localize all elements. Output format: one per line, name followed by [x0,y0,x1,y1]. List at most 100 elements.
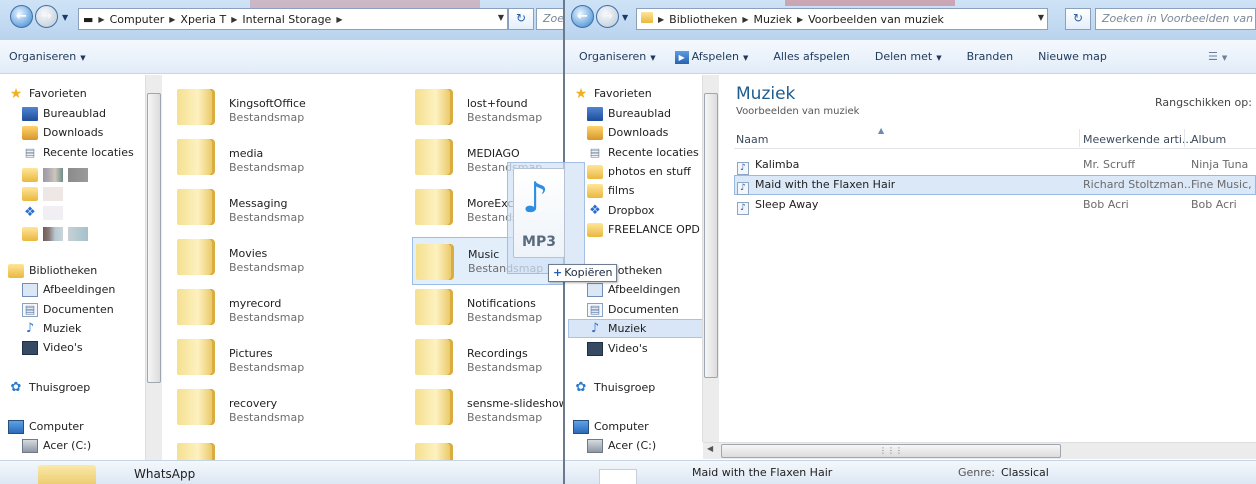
nav-recent[interactable]: ▤ Recente locaties [20,143,134,162]
nav-redacted-1[interactable] [20,165,93,184]
nav-homegroup[interactable]: ✿ Thuisgroep [6,378,91,397]
nav-homegroup[interactable]: ✿ Thuisgroep [571,378,656,397]
horizontal-scrollbar[interactable]: ◀ ⋮⋮⋮ [703,442,1256,459]
forward-button[interactable]: → [35,5,58,28]
nav-drive-c[interactable]: Acer (C:) [20,436,91,455]
folder-tile[interactable]: lost+found Bestandsmap [405,83,555,131]
view-options-icon[interactable]: ☰ ▼ [1199,50,1236,63]
table-row[interactable]: ♪ Kalimba Mr. Scruff Ninja Tuna [734,155,1256,175]
scroll-left-icon[interactable]: ◀ [707,444,713,453]
nav-favorites[interactable]: ★ Favorieten [571,84,652,103]
folder-tile[interactable]: Recordings Bestandsmap [405,333,555,381]
search-input[interactable]: Zoe [536,8,563,30]
nav-videos[interactable]: Video's [585,339,648,358]
arrange-by-control[interactable]: Rangschikken op: I [1155,96,1256,109]
back-button[interactable]: ← [10,5,33,28]
scrollbar-thumb[interactable] [147,93,161,383]
column-divider[interactable] [1184,129,1185,147]
folder-tile-partial[interactable] [405,437,555,460]
nav-music-selected[interactable]: ♪ Muziek [568,319,705,338]
recent-locations-icon: ▤ [589,146,601,159]
recent-pages-dropdown[interactable]: ▼ [622,13,628,22]
nav-computer[interactable]: Computer [6,417,84,436]
breadcrumb-libraries[interactable]: Bibliotheken [665,13,741,26]
folder-tile[interactable]: Messaging Bestandsmap [167,183,317,231]
nav-documents[interactable]: ▤ Documenten [20,300,114,319]
scrollbar-thumb[interactable] [704,93,718,378]
column-divider[interactable] [1079,129,1080,147]
search-input[interactable]: Zoeken in Voorbeelden van mu [1095,8,1256,30]
nav-favorites[interactable]: ★ Favorieten [6,84,87,103]
folder-tile[interactable]: Notifications Bestandsmap [405,283,555,331]
table-row[interactable]: ♪ Sleep Away Bob Acri Bob Acri [734,195,1256,215]
nav-dropbox[interactable]: ❖ [20,203,68,222]
arrange-label: Rangschikken op: [1155,96,1252,109]
column-name[interactable]: Naam [736,133,768,146]
column-artist[interactable]: Meewerkende arti... [1083,133,1192,146]
nav-desktop[interactable]: Bureaublad [20,104,106,123]
nav-downloads[interactable]: Downloads [585,123,668,142]
nav-pictures[interactable]: Afbeeldingen [585,280,680,299]
folder-tile[interactable]: myrecord Bestandsmap [167,283,317,331]
nav-music[interactable]: ♪ Muziek [20,319,82,338]
nav-films[interactable]: films [585,181,634,200]
address-bar[interactable]: ▶ Bibliotheken ▶ Muziek ▶ Voorbeelden va… [636,8,1048,30]
nav-redacted-2[interactable] [20,184,68,203]
forward-button[interactable]: → [596,5,619,28]
nav-recent[interactable]: ▤ Recente locaties [585,143,699,162]
folder-tile-partial[interactable] [167,437,317,460]
back-button[interactable]: ← [571,5,594,28]
nav-libraries[interactable]: Bibliotheken [6,261,97,280]
recent-pages-dropdown[interactable]: ▼ [62,13,68,22]
nav-drive-c[interactable]: Acer (C:) [585,436,656,455]
mp3-badge: MP3 [522,234,556,250]
burn-button[interactable]: Branden [951,50,1023,63]
breadcrumb-storage[interactable]: Internal Storage [238,13,335,26]
breadcrumb-music[interactable]: Muziek [750,13,796,26]
organize-button[interactable]: Organiseren ▼ [565,50,665,63]
nav-documents[interactable]: ▤ Documenten [585,300,679,319]
play-all-button[interactable]: Alles afspelen [757,50,859,63]
nav-videos[interactable]: Video's [20,338,83,357]
organize-label: Organiseren [579,50,647,63]
folder-tile[interactable]: media Bestandsmap [167,133,317,181]
nav-redacted-3[interactable] [20,224,93,243]
nav-downloads[interactable]: Downloads [20,123,103,142]
scrollbar-thumb[interactable]: ⋮⋮⋮ [721,444,1061,458]
breadcrumb-computer[interactable]: Computer [106,13,169,26]
details-genre-value[interactable]: Classical [1001,466,1049,479]
folder-tile[interactable]: Movies Bestandsmap [167,233,317,281]
nav-pictures[interactable]: Afbeeldingen [20,280,115,299]
nav-dropbox[interactable]: ❖ Dropbox [585,201,654,220]
track-album: Fine Music, [1191,178,1252,191]
homegroup-icon: ✿ [10,380,22,395]
share-button[interactable]: Delen met ▼ [859,50,951,63]
folder-tile[interactable]: KingsoftOffice Bestandsmap [167,83,317,131]
right-nav-scrollbar[interactable] [702,75,719,442]
address-dropdown-icon[interactable]: ▼ [498,13,504,22]
play-button[interactable]: ▶ Afspelen ▼ [665,50,758,64]
left-nav-scrollbar[interactable] [145,75,162,460]
nav-desktop[interactable]: Bureaublad [585,104,671,123]
nav-photos[interactable]: photos en stuff [585,162,691,181]
nav-freelance[interactable]: FREELANCE OPD [585,220,700,239]
track-album: Bob Acri [1191,198,1237,211]
breadcrumb-xperia[interactable]: Xperia T [176,13,230,26]
folder-icon [415,389,453,425]
address-dropdown-icon[interactable]: ▼ [1038,13,1044,22]
breadcrumb-samples[interactable]: Voorbeelden van muziek [804,13,948,26]
folder-type: Bestandsmap [229,111,305,124]
folder-tile[interactable]: sensme-slideshow Bestandsmap [405,383,563,431]
left-titlebar: ← → ▼ ▬ ▶ Computer ▶ Xperia T ▶ Internal… [0,0,563,40]
folder-tile[interactable]: recovery Bestandsmap [167,383,317,431]
new-folder-button[interactable]: Nieuwe map [1022,50,1116,63]
column-album[interactable]: Album [1191,133,1226,146]
organize-button[interactable]: Organiseren ▼ [0,50,95,63]
nav-computer[interactable]: Computer [571,417,649,436]
folder-type: Bestandsmap [229,361,305,374]
table-row-selected[interactable]: ♪ Maid with the Flaxen Hair Richard Stolt… [734,175,1256,195]
address-bar[interactable]: ▬ ▶ Computer ▶ Xperia T ▶ Internal Stora… [78,8,508,30]
folder-tile[interactable]: Pictures Bestandsmap [167,333,317,381]
refresh-button[interactable]: ↻ [1065,8,1091,30]
refresh-button[interactable]: ↻ [508,8,534,30]
